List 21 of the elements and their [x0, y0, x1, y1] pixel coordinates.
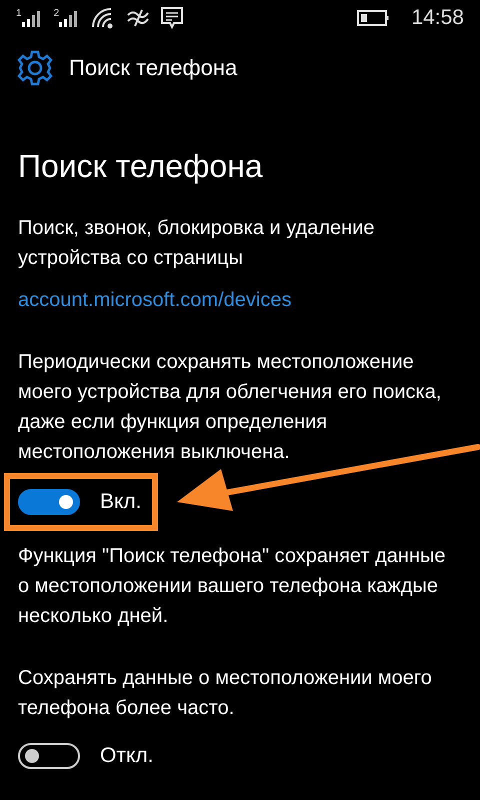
settings-icon — [17, 50, 53, 86]
toggle-label: Вкл. — [100, 490, 142, 514]
message-icon — [161, 7, 184, 29]
sim-number: 2 — [54, 9, 60, 19]
page-title: Поиск телефона — [18, 148, 264, 185]
sim-number: 1 — [16, 9, 22, 19]
wave-icon — [127, 9, 150, 27]
description-text: Функция "Поиск телефона" сохраняет данные о местоположении вашего телефона каждые несколько дней. — [18, 544, 446, 629]
signal-icon — [22, 9, 42, 27]
description-text: Сохранять данные о местоположении моего телефона более часто. — [18, 666, 433, 721]
toggle-switch[interactable] — [18, 743, 80, 769]
status-time: 14:58 — [411, 6, 464, 30]
wifi-icon — [91, 7, 116, 29]
toggle-label: Откл. — [100, 744, 154, 768]
description-text: Поиск, звонок, блокировка и удаление устройства со страницы — [18, 216, 376, 271]
battery-icon — [357, 10, 390, 26]
signal-icon — [59, 9, 80, 27]
description-text: Периодически сохранять местоположение моего устройства для облегчения его поиска, даже если функция определения местоположения выключена. — [18, 350, 442, 465]
devices-link[interactable]: account.microsoft.com/devices — [18, 285, 462, 315]
toggle-switch[interactable] — [18, 489, 80, 515]
header-title: Поиск телефона — [69, 55, 238, 81]
